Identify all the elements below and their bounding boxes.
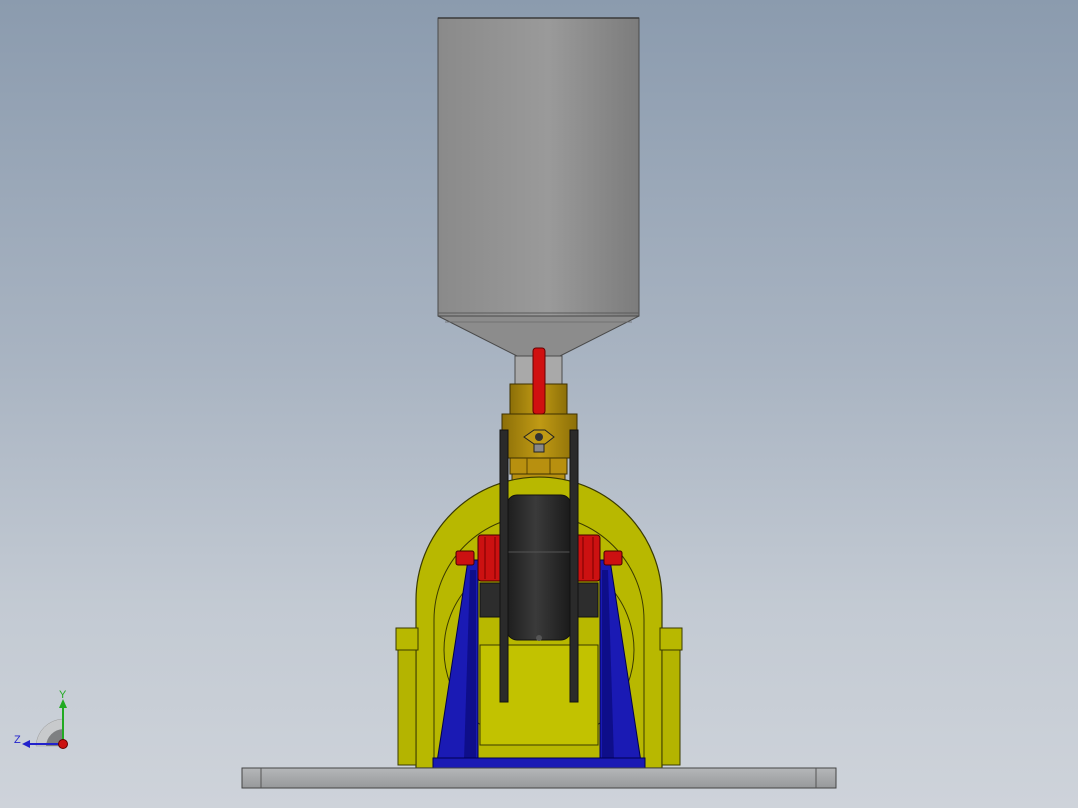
stand-base (432, 757, 646, 769)
frame-plate-right (569, 429, 579, 703)
housing-flange-left (395, 627, 419, 651)
x-axis-icon (58, 739, 68, 749)
orientation-triad[interactable]: Y Z (10, 686, 80, 756)
base-plate (241, 767, 837, 789)
housing-flange-right (659, 627, 683, 651)
roller (506, 494, 572, 641)
assembly-model (241, 17, 837, 789)
frame-plate-left (499, 429, 509, 703)
valve-handle (532, 347, 546, 415)
z-axis-label: Z (14, 734, 21, 746)
hopper-cylinder (437, 17, 640, 317)
y-axis-label: Y (59, 689, 67, 701)
ball-valve (501, 347, 578, 497)
cad-viewport[interactable]: Y Z (0, 0, 1078, 808)
hopper (437, 17, 640, 357)
